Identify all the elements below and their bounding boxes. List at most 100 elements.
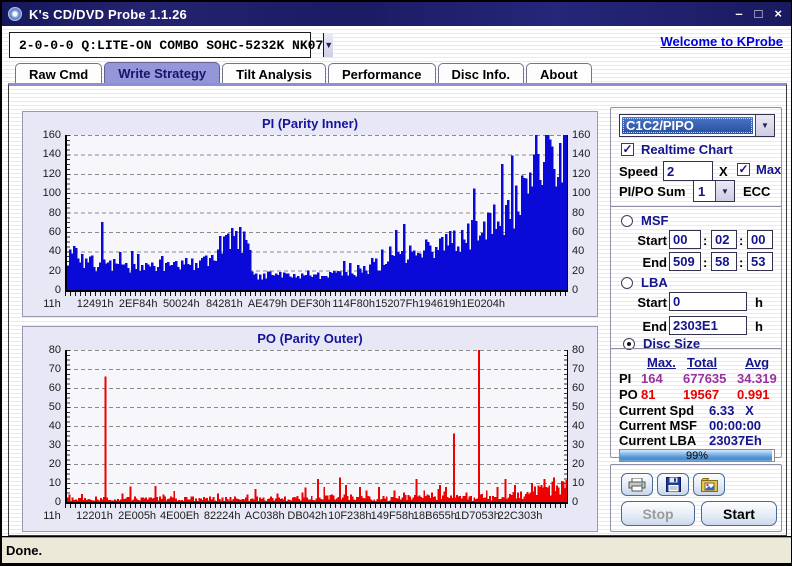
lba-label: LBA xyxy=(641,275,668,290)
status-bar: Done. xyxy=(2,537,791,563)
pi-x-axis-label: 84281h xyxy=(206,298,243,310)
po-bars-svg xyxy=(67,350,567,502)
pi-x-axis-label: 12491h xyxy=(76,298,114,310)
msf-end-frame-input[interactable] xyxy=(747,252,773,271)
pi-row-label: PI xyxy=(619,371,632,386)
po-y-axis-label-right: 40 xyxy=(572,420,585,432)
po-x-axis-label: 18B655h xyxy=(412,510,457,522)
pipo-sum-select[interactable]: 1 xyxy=(693,180,735,202)
chart-settings-section: C1C2/PIPO Realtime Chart Speed X Max PI/… xyxy=(611,108,781,206)
pi-y-axis-label-right: 140 xyxy=(572,148,591,161)
pi-plot-area xyxy=(65,135,568,292)
po-row-label: PO xyxy=(619,387,638,402)
speed-input[interactable] xyxy=(663,161,713,181)
print-button[interactable] xyxy=(621,473,653,496)
pi-x-axis-label: 2EF84h xyxy=(118,298,158,310)
po-y-axis-label: 30 xyxy=(48,439,61,451)
realtime-chart-checkbox[interactable] xyxy=(621,143,634,156)
po-y-axis-label: 10 xyxy=(48,477,61,489)
pi-y-axis-label: 80 xyxy=(48,206,61,219)
lba-start-input[interactable] xyxy=(669,292,747,311)
main-content: PI (Parity Inner) 0 0 20 20 40 40 60 60 80 80 100 10… xyxy=(8,83,787,536)
pi-x-axis-label: 114F80h xyxy=(332,298,375,310)
pi-y-axis-label: 40 xyxy=(48,245,61,258)
po-y-axis-label: 20 xyxy=(48,458,61,470)
pi-x-axis-label: AE479h xyxy=(247,298,288,310)
msf-end-min-input[interactable] xyxy=(669,252,701,271)
po-x-axis-label: 2E005h xyxy=(118,510,157,522)
start-button[interactable]: Start xyxy=(701,501,777,526)
msf-label: MSF xyxy=(641,213,669,228)
msf-colon: : xyxy=(739,255,744,270)
msf-start-min-input[interactable] xyxy=(669,230,701,249)
po-plot-area xyxy=(65,350,568,504)
po-total-value: 19567 xyxy=(683,387,720,402)
window-title: K's CD/DVD Probe 1.1.26 xyxy=(29,6,187,22)
tab-performance[interactable]: Performance xyxy=(328,63,436,84)
export-chart-image-button[interactable] xyxy=(693,473,725,496)
pi-x-axis-label: 50024h xyxy=(162,298,200,310)
pi-x-axis-label: 11h xyxy=(43,298,61,310)
pi-y-axis-label-right: 0 xyxy=(572,284,579,296)
drive-selector-dropdown-arrow-icon[interactable] xyxy=(323,33,334,57)
lba-end-input[interactable] xyxy=(669,316,747,335)
pipo-sum-value: 1 xyxy=(698,183,706,199)
msf-end-sec-input[interactable] xyxy=(711,252,737,271)
pipo-sum-dropdown-arrow-icon[interactable] xyxy=(715,181,734,201)
pi-max-value: 164 xyxy=(641,371,663,386)
drive-selector-value: 2-0-0-0 Q:LITE-ON COMBO SOHC-5232K NK07 xyxy=(19,37,324,53)
msf-radio[interactable] xyxy=(621,215,633,227)
lba-radio[interactable] xyxy=(621,277,633,289)
pi-y-axis-label: 160 xyxy=(42,129,61,141)
tab-write-strategy[interactable]: Write Strategy xyxy=(104,62,221,84)
po-x-axis-label: 22C303h xyxy=(497,510,543,522)
pi-y-axis-label: 140 xyxy=(42,148,61,161)
msf-start-frame-input[interactable] xyxy=(747,230,773,249)
progress-bar-text: 99% xyxy=(685,450,709,462)
po-y-axis-label-right: 80 xyxy=(572,344,585,356)
pipo-sum-label: PI/PO Sum xyxy=(619,184,686,199)
stats-header-avg: Avg xyxy=(745,355,770,370)
mode-select[interactable]: C1C2/PIPO xyxy=(619,114,775,137)
minimize-button[interactable]: – xyxy=(735,7,742,21)
lba-start-label: Start xyxy=(637,295,667,310)
welcome-link[interactable]: Welcome to KProbe xyxy=(660,34,783,49)
max-speed-checkbox[interactable] xyxy=(737,163,750,176)
drive-selector[interactable]: 2-0-0-0 Q:LITE-ON COMBO SOHC-5232K NK07 xyxy=(9,32,334,58)
msf-colon: : xyxy=(703,255,708,270)
tab-disc-info[interactable]: Disc Info. xyxy=(437,63,525,84)
po-x-axis-label: 149F58h xyxy=(370,510,415,522)
po-y-axis-label: 80 xyxy=(48,344,61,356)
pi-x-axis-label: DEF30h xyxy=(290,298,331,310)
po-y-axis-label: 0 xyxy=(54,496,61,508)
close-button[interactable]: × xyxy=(774,7,782,21)
po-y-axis-label-right: 0 xyxy=(572,496,579,508)
save-button[interactable] xyxy=(657,473,689,496)
po-x-axis-label: 1D7053h xyxy=(455,510,500,522)
stop-button[interactable]: Stop xyxy=(621,501,695,526)
pi-x-axis-label: 1E0204h xyxy=(460,298,506,310)
pi-y-axis-label: 60 xyxy=(48,225,61,238)
msf-end-label: End xyxy=(642,255,667,270)
save-icon xyxy=(665,477,681,492)
title-bar: K's CD/DVD Probe 1.1.26 – □ × xyxy=(2,2,791,26)
tab-tilt-analysis[interactable]: Tilt Analysis xyxy=(222,63,327,84)
maximize-button[interactable]: □ xyxy=(755,7,763,21)
pi-y-axis-label-right: 60 xyxy=(572,225,585,238)
pi-y-axis-label-right: 100 xyxy=(572,187,591,200)
tab-raw-cmd[interactable]: Raw Cmd xyxy=(15,63,103,84)
mode-select-value: C1C2/PIPO xyxy=(622,117,753,134)
msf-colon: : xyxy=(739,233,744,248)
pi-total-value: 677635 xyxy=(683,371,727,386)
app-icon xyxy=(8,7,22,21)
pi-y-axis-label: 100 xyxy=(42,187,61,200)
settings-groupbox: C1C2/PIPO Realtime Chart Speed X Max PI/… xyxy=(610,107,782,462)
msf-colon: : xyxy=(703,233,708,248)
mode-select-dropdown-arrow-icon[interactable] xyxy=(755,115,774,136)
status-text: Done. xyxy=(6,543,43,558)
pi-y-axis-label-right: 20 xyxy=(572,264,585,277)
po-x-axis-label: 12201h xyxy=(76,510,113,522)
msf-start-sec-input[interactable] xyxy=(711,230,737,249)
tab-bar: Raw Cmd Write Strategy Tilt Analysis Perfor… xyxy=(15,62,594,84)
tab-about[interactable]: About xyxy=(526,63,592,84)
